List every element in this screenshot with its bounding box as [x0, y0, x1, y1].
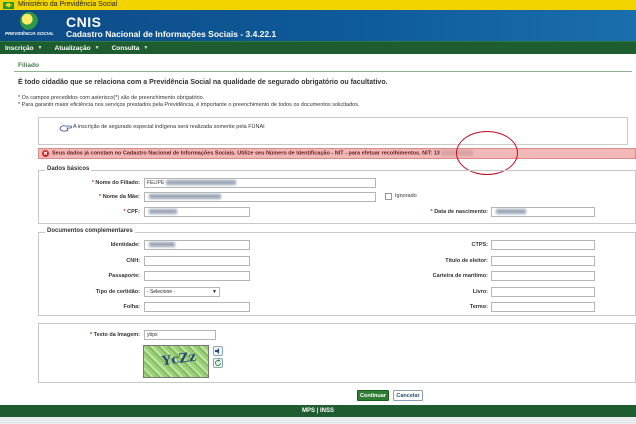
carteira-maritimo-label: Carteira de marítimo: — [432, 273, 488, 279]
previdencia-logo[interactable]: PREVIDÊNCIA SOCIAL — [5, 12, 55, 39]
pointing-hand-icon — [59, 125, 72, 132]
livro-label: Livro: — [472, 289, 488, 295]
menu-atualizacao[interactable]: Atualização ▼ — [55, 45, 100, 52]
captcha-label: * Texto da Imagem: — [89, 332, 140, 338]
error-icon: ✖ — [42, 150, 49, 157]
captcha-image: YcZz — [143, 345, 209, 378]
titulo-eleitor-input[interactable] — [491, 256, 595, 266]
browser-status-bar — [0, 417, 636, 424]
nome-filiado-label: * Nome do Filiado: — [91, 180, 140, 186]
documents-note: * Para garantir maior eficiência nos ser… — [18, 102, 360, 108]
ctps-label: CTPS: — [471, 242, 489, 248]
previdencia-logo-icon — [20, 12, 38, 30]
annotation-circle — [456, 131, 518, 175]
nome-filiado-input[interactable]: FELIPE — [144, 178, 376, 188]
gov-bar-text: Ministério da Previdência Social — [18, 1, 118, 8]
chevron-down-icon: ▼ — [143, 45, 149, 51]
captcha-audio-button[interactable] — [213, 346, 223, 356]
intro-text: É todo cidadão que se relaciona com a Pr… — [18, 79, 388, 86]
footer: MPS | INSS — [0, 405, 636, 417]
cpf-input[interactable] — [144, 207, 250, 217]
info-text: A inscrição de segurado especial indígen… — [73, 124, 265, 130]
dropdown-arrow-icon: ▼ — [212, 289, 217, 295]
data-nascimento-label: * Data de nascimento: — [430, 209, 488, 215]
basic-data-legend: Dados básicos — [45, 166, 92, 172]
app-name: CNIS — [66, 14, 102, 30]
ignorado-checkbox[interactable] — [385, 193, 392, 200]
documents-legend: Documentos complementares — [45, 228, 135, 234]
captcha-input[interactable]: ybpx — [144, 330, 216, 340]
captcha-image-text: YcZz — [161, 349, 197, 370]
menu-consulta[interactable]: Consulta ▼ — [112, 45, 149, 52]
ignorado-label: Ignorado — [395, 193, 417, 199]
tipo-certidao-select[interactable]: - Selecione - ▼ — [144, 287, 220, 297]
chevron-down-icon: ▼ — [94, 45, 100, 51]
folha-input[interactable] — [144, 302, 250, 312]
tipo-certidao-label: Tipo de certidão: — [95, 289, 140, 295]
ctps-input[interactable] — [491, 240, 595, 250]
identidade-label: Identidade: — [110, 242, 140, 248]
livro-input[interactable] — [491, 287, 595, 297]
cnh-label: CNH: — [126, 258, 140, 264]
titulo-eleitor-label: Título de eleitor: — [445, 258, 488, 264]
cnh-input[interactable] — [144, 256, 250, 266]
alert-text: Seus dados já constam no Cadastro Nacion… — [52, 150, 473, 157]
brazil-flag-icon — [3, 1, 14, 9]
page-title: Filiado — [18, 62, 39, 69]
speaker-icon — [215, 348, 219, 354]
carteira-maritimo-input[interactable] — [491, 271, 595, 281]
passaporte-input[interactable] — [144, 271, 250, 281]
main-menu: Inscrição ▼ Atualização ▼ Consulta ▼ — [0, 41, 636, 54]
passaporte-label: Passaporte: — [108, 273, 141, 279]
folha-label: Folha: — [123, 304, 141, 310]
required-note: * Os campos precedidos com asterisco(*) … — [18, 95, 205, 101]
captcha-refresh-button[interactable] — [213, 358, 223, 368]
data-nascimento-input[interactable] — [491, 207, 595, 217]
cancelar-button[interactable]: Cancelar — [393, 390, 423, 401]
nome-mae-input[interactable] — [144, 192, 376, 202]
termo-input[interactable] — [491, 302, 595, 312]
termo-label: Termo: — [469, 304, 488, 310]
menu-inscricao[interactable]: Inscrição ▼ — [5, 45, 43, 52]
chevron-down-icon: ▼ — [37, 45, 43, 51]
gov-bar: Ministério da Previdência Social — [0, 0, 636, 10]
existing-record-alert: ✖ Seus dados já constam no Cadastro Naci… — [38, 148, 636, 159]
title-divider — [14, 71, 632, 72]
refresh-icon — [215, 359, 221, 366]
cpf-label: * CPF: — [123, 209, 140, 215]
app-subtitle: Cadastro Nacional de Informações Sociais… — [66, 29, 277, 39]
app-header: PREVIDÊNCIA SOCIAL CNIS Cadastro Naciona… — [0, 10, 636, 41]
continuar-button[interactable]: Continuar — [357, 390, 389, 401]
nome-mae-label: * Nome da Mãe: — [99, 194, 140, 200]
logo-text: PREVIDÊNCIA SOCIAL — [5, 31, 54, 36]
identidade-input[interactable] — [144, 240, 250, 250]
indigenous-info-box: A inscrição de segurado especial indígen… — [38, 117, 628, 145]
